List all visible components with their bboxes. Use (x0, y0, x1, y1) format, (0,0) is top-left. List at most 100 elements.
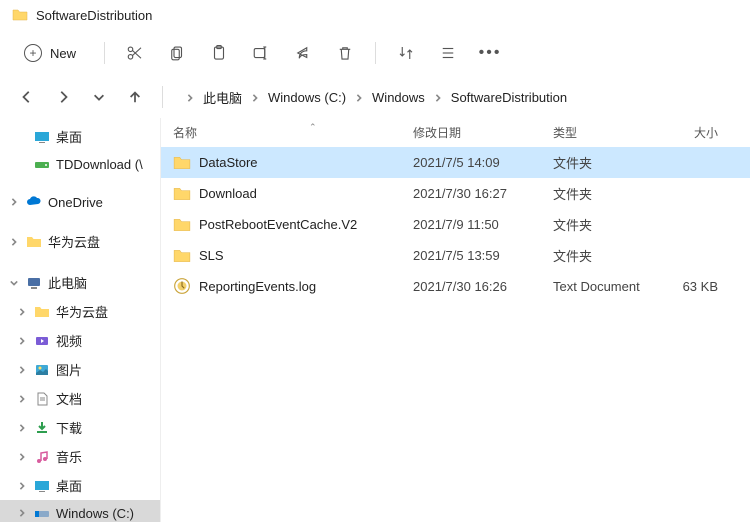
breadcrumb-windows[interactable]: Windows (368, 88, 429, 107)
rename-button[interactable] (241, 35, 281, 71)
divider (162, 86, 163, 108)
desktop-icon (34, 478, 50, 494)
cell-date: 2021/7/5 13:59 (413, 248, 553, 263)
back-button[interactable] (12, 82, 42, 112)
breadcrumb-current[interactable]: SoftwareDistribution (447, 88, 571, 107)
sidebar-item-thispc[interactable]: 此电脑 (0, 268, 160, 297)
share-button[interactable] (283, 35, 323, 71)
chevron-right-icon (16, 507, 28, 519)
file-name: Download (199, 186, 257, 201)
drive-icon (34, 505, 50, 521)
download-icon (34, 420, 50, 436)
cell-date: 2021/7/5 14:09 (413, 155, 553, 170)
arrow-up-icon (128, 90, 142, 104)
chevron-right-icon (8, 196, 20, 208)
list-icon (439, 44, 457, 62)
sidebar-item-label: TDDownload (\ (56, 157, 143, 172)
sort-button[interactable] (386, 35, 426, 71)
more-button[interactable]: ••• (470, 35, 510, 71)
folder-icon (173, 247, 191, 265)
chevron-right-icon (251, 90, 259, 105)
log-icon (173, 277, 191, 295)
sidebar-item-huawei[interactable]: 华为云盘 (0, 227, 160, 256)
trash-icon (336, 44, 354, 62)
sidebar-item-onedrive[interactable]: OneDrive (0, 189, 160, 215)
view-button[interactable] (428, 35, 468, 71)
table-row[interactable]: SLS2021/7/5 13:59文件夹 (161, 240, 750, 271)
breadcrumb-label: 此电脑 (203, 88, 242, 107)
plus-icon: + (24, 44, 42, 62)
chevron-right-icon (355, 90, 363, 105)
cell-name: DataStore (173, 154, 413, 172)
chevron-right-icon (16, 335, 28, 347)
forward-button[interactable] (48, 82, 78, 112)
cell-name: SLS (173, 247, 413, 265)
sidebar-item-label: 此电脑 (48, 273, 87, 292)
sidebar-item-documents[interactable]: 文档 (0, 384, 160, 413)
cell-name: ReportingEvents.log (173, 277, 413, 295)
cell-type: 文件夹 (553, 184, 673, 203)
sidebar-item-videos[interactable]: 视频 (0, 326, 160, 355)
breadcrumb-label: SoftwareDistribution (451, 90, 567, 105)
copy-icon (168, 44, 186, 62)
cut-button[interactable] (115, 35, 155, 71)
column-date[interactable]: 修改日期 (413, 124, 553, 141)
sidebar-item-music[interactable]: 音乐 (0, 442, 160, 471)
divider (104, 42, 105, 64)
video-icon (34, 333, 50, 349)
folder-icon (173, 216, 191, 234)
sidebar-item-desktop[interactable]: 桌面 (0, 122, 160, 151)
table-row[interactable]: Download2021/7/30 16:27文件夹 (161, 178, 750, 209)
sidebar-item-tddownload[interactable]: TDDownload (\ (0, 151, 160, 177)
share-icon (294, 44, 312, 62)
sidebar-item-label: 文档 (56, 389, 82, 408)
chevron-right-icon (186, 90, 194, 105)
copy-button[interactable] (157, 35, 197, 71)
content: ⌃ 名称 修改日期 类型 大小 DataStore2021/7/5 14:09文… (160, 118, 750, 522)
folder-icon (173, 154, 191, 172)
column-label: 类型 (553, 126, 577, 140)
sidebar-item-label: 音乐 (56, 447, 82, 466)
pc-icon (26, 275, 42, 291)
sidebar-item-cdrive[interactable]: Windows (C:) (0, 500, 160, 522)
delete-button[interactable] (325, 35, 365, 71)
folder-icon (26, 234, 42, 250)
sidebar-item-desktop2[interactable]: 桌面 (0, 471, 160, 500)
table-row[interactable]: ReportingEvents.log2021/7/30 16:26Text D… (161, 271, 750, 301)
table-row[interactable]: DataStore2021/7/5 14:09文件夹 (161, 147, 750, 178)
sort-indicator-icon: ⌃ (309, 122, 317, 133)
clipboard-icon (210, 44, 228, 62)
up-button[interactable] (120, 82, 150, 112)
tree-spacer (16, 131, 28, 143)
sidebar-item-label: OneDrive (48, 195, 103, 210)
arrow-right-icon (56, 90, 70, 104)
new-button[interactable]: + New (12, 38, 88, 68)
sidebar-item-pictures[interactable]: 图片 (0, 355, 160, 384)
sidebar-item-downloads[interactable]: 下载 (0, 413, 160, 442)
column-size[interactable]: 大小 (673, 124, 738, 141)
breadcrumb-thispc[interactable]: 此电脑 (199, 86, 246, 109)
cell-name: PostRebootEventCache.V2 (173, 216, 413, 234)
column-type[interactable]: 类型 (553, 124, 673, 141)
address-bar[interactable]: 此电脑 Windows (C:) Windows SoftwareDistrib… (175, 82, 738, 113)
cell-type: 文件夹 (553, 246, 673, 265)
file-list: DataStore2021/7/5 14:09文件夹Download2021/7… (161, 147, 750, 522)
sidebar-item-label: 图片 (56, 360, 82, 379)
sidebar-item-huawei2[interactable]: 华为云盘 (0, 297, 160, 326)
column-name[interactable]: 名称 (173, 124, 413, 141)
rename-icon (252, 44, 270, 62)
recent-button[interactable] (84, 82, 114, 112)
navbar: 此电脑 Windows (C:) Windows SoftwareDistrib… (0, 76, 750, 118)
table-row[interactable]: PostRebootEventCache.V22021/7/9 11:50文件夹 (161, 209, 750, 240)
titlebar: SoftwareDistribution (0, 0, 750, 30)
divider (375, 42, 376, 64)
chevron-down-icon (92, 90, 106, 104)
file-name: ReportingEvents.log (199, 279, 316, 294)
pictures-icon (34, 362, 50, 378)
breadcrumb-cdrive[interactable]: Windows (C:) (264, 88, 350, 107)
paste-button[interactable] (199, 35, 239, 71)
sidebar: 桌面 TDDownload (\ OneDrive 华为云盘 此电脑 (0, 118, 160, 522)
file-name: DataStore (199, 155, 258, 170)
new-label: New (50, 46, 76, 61)
cell-size: 63 KB (673, 279, 738, 294)
